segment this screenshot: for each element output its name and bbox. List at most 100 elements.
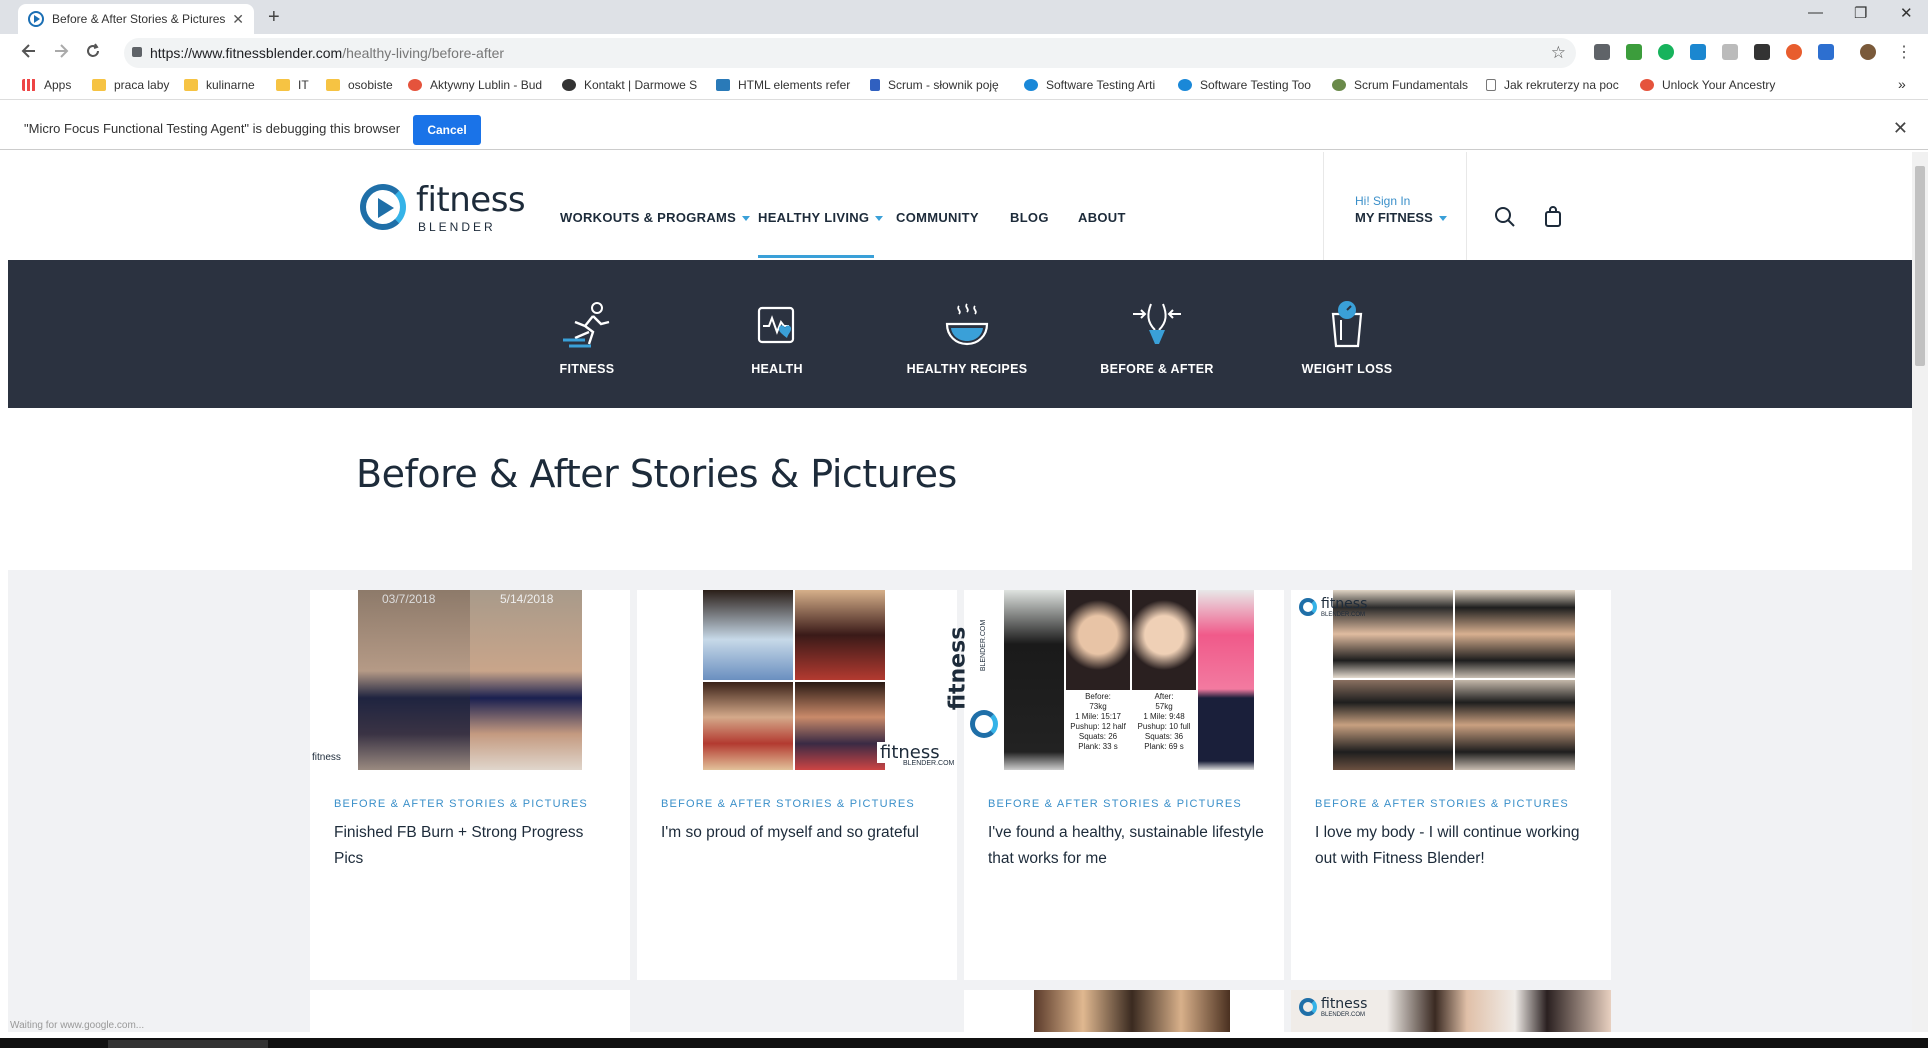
site-header: fitness BLENDER WORKOUTS & PROGRAMS HEAL… (8, 152, 1912, 260)
bookmark-label: IT (298, 78, 309, 92)
window-close-button[interactable]: ✕ (1900, 4, 1913, 22)
story-photo[interactable]: fitness BLENDER.COM (1291, 590, 1611, 770)
bookmarks-overflow-icon[interactable]: » (1898, 76, 1906, 92)
watermark: fitness (1321, 596, 1368, 612)
debugging-message: "Micro Focus Functional Testing Agent" i… (24, 121, 401, 136)
bookmark-label: Software Testing Arti (1046, 78, 1156, 92)
restore-button[interactable]: ❐ (1854, 4, 1867, 22)
page-scrollbar[interactable] (1912, 152, 1928, 1032)
cloud-extension-icon[interactable] (1722, 44, 1738, 60)
search-icon[interactable] (1494, 206, 1516, 228)
subnav-before-after[interactable]: BEFORE & AFTER (1072, 300, 1242, 376)
logo-play-icon (360, 184, 406, 230)
story-title[interactable]: I love my body - I will continue working… (1315, 820, 1591, 872)
reload-icon[interactable] (84, 42, 102, 60)
forward-icon[interactable] (52, 42, 70, 60)
orange-extension-icon[interactable] (1786, 44, 1802, 60)
subnav-health[interactable]: HEALTH (692, 300, 862, 376)
notes-extension-icon[interactable] (1754, 44, 1770, 60)
story-card[interactable]: fitness BLENDER.COM BEFORE & AFTER STORI… (1291, 590, 1611, 980)
photo-date-after: 5/14/2018 (500, 592, 554, 606)
nav-workouts-programs[interactable]: WORKOUTS & PROGRAMS (560, 210, 751, 225)
subnav-weight-loss[interactable]: WEIGHT LOSS (1262, 300, 1432, 376)
side-brand: fitness (945, 626, 971, 711)
bookmark-unlock-ancestry[interactable]: Unlock Your Ancestry (1640, 78, 1778, 92)
story-card[interactable] (964, 990, 1284, 1032)
menu-dots-icon[interactable]: ⋮ (1896, 42, 1912, 62)
nav-about[interactable]: ABOUT (1078, 210, 1126, 225)
story-photo[interactable] (1034, 990, 1230, 1032)
bookmark-jak-rekruterzy[interactable]: Jak rekruterzy na poc (1486, 78, 1624, 92)
after-photo (470, 590, 582, 770)
drive-extension-icon[interactable] (1818, 44, 1834, 60)
story-card[interactable]: 03/7/2018 5/14/2018 fitness BEFORE & AFT… (310, 590, 630, 980)
subnav-healthy-recipes[interactable]: HEALTHY RECIPES (882, 300, 1052, 376)
scrollbar-thumb[interactable] (1915, 166, 1925, 366)
bookmark-aktywny-lublin[interactable]: Aktywny Lublin - Bud (408, 78, 546, 92)
story-title[interactable]: Finished FB Burn + Strong Progress Pics (334, 820, 610, 872)
sign-in-link[interactable]: Hi! Sign In (1355, 194, 1410, 208)
my-fitness-label: MY FITNESS (1355, 210, 1433, 225)
profile-avatar[interactable] (1860, 44, 1876, 60)
story-title[interactable]: I'm so proud of myself and so grateful (661, 820, 937, 846)
nav-community[interactable]: COMMUNITY (896, 210, 979, 225)
bookmark-software-testing-articles[interactable]: Software Testing Arti (1024, 78, 1162, 92)
bookmark-folder-osobiste[interactable]: osobiste (326, 78, 398, 92)
story-card[interactable] (310, 990, 630, 1032)
green-extension-icon[interactable] (1626, 44, 1642, 60)
back-icon[interactable] (20, 42, 38, 60)
story-card[interactable]: fitness BLENDER.COM Before: 73kg 1 Mile:… (945, 590, 1284, 980)
logo-sub: BLENDER (418, 220, 496, 234)
story-category[interactable]: BEFORE & AFTER STORIES & PICTURES (1315, 798, 1569, 810)
taskbar-item[interactable] (108, 1040, 268, 1048)
tab-close-icon[interactable]: ✕ (232, 11, 244, 28)
bookmark-folder-praca-laby[interactable]: praca laby (92, 78, 172, 92)
grammarly-extension-icon[interactable] (1658, 44, 1674, 60)
bookmark-apps[interactable]: Apps (22, 78, 82, 92)
watermark-sub: BLENDER.COM (1321, 612, 1366, 618)
before-photo (358, 590, 470, 770)
story-category[interactable]: BEFORE & AFTER STORIES & PICTURES (661, 798, 915, 810)
bowl-icon (945, 303, 989, 346)
infobar-close-icon[interactable]: ✕ (1893, 118, 1908, 139)
blue-extension-icon[interactable] (1690, 44, 1706, 60)
bookmark-folder-kulinarne[interactable]: kulinarne (184, 78, 264, 92)
photo-quadrant (703, 590, 793, 680)
bookmark-label: Aktywny Lublin - Bud (430, 78, 543, 92)
scale-icon (1331, 301, 1363, 348)
bookmark-folder-it[interactable]: IT (276, 78, 316, 92)
stat-line: Squats: 36 (1144, 732, 1184, 741)
new-tab-button[interactable]: + (268, 6, 280, 29)
story-card[interactable]: fitness BLENDER.COM BEFORE & AFTER STORI… (637, 590, 957, 980)
story-photo[interactable]: fitness BLENDER.COM (637, 590, 957, 770)
bookmark-html-elements[interactable]: HTML elements refer (716, 78, 854, 92)
bookmark-kontakt[interactable]: Kontakt | Darmowe S (562, 78, 700, 92)
address-bar[interactable]: https://www.fitnessblender.com/healthy-l… (124, 38, 1576, 68)
story-photo[interactable]: 03/7/2018 5/14/2018 fitness (310, 590, 630, 770)
lock-icon (132, 47, 142, 57)
story-card[interactable]: fitness BLENDER.COM (1291, 990, 1611, 1032)
bookmark-software-testing-tools[interactable]: Software Testing Too (1178, 78, 1316, 92)
cancel-debugging-button[interactable]: Cancel (413, 115, 481, 145)
shopping-bag-icon[interactable] (1544, 206, 1562, 228)
stat-line: 1 Mile: 15:17 (1075, 712, 1121, 721)
bookmark-scrum-slownik[interactable]: Scrum - słownik poję (870, 78, 1008, 92)
after-face (1132, 590, 1196, 690)
story-category[interactable]: BEFORE & AFTER STORIES & PICTURES (988, 798, 1242, 810)
nav-blog[interactable]: BLOG (1010, 210, 1049, 225)
my-fitness-menu[interactable]: MY FITNESS (1355, 210, 1447, 225)
folder-icon (326, 79, 340, 91)
minimize-button[interactable]: — (1808, 4, 1823, 21)
bookmark-star-icon[interactable]: ☆ (1551, 43, 1566, 63)
bookmark-label: Kontakt | Darmowe S (584, 78, 698, 92)
shield-extension-icon[interactable] (1594, 44, 1610, 60)
stat-line: 73kg (1089, 702, 1107, 711)
story-title[interactable]: I've found a healthy, sustainable lifest… (988, 820, 1264, 872)
subnav-fitness[interactable]: FITNESS (502, 300, 672, 376)
story-photo[interactable]: fitness BLENDER.COM Before: 73kg 1 Mile:… (945, 590, 1284, 770)
bookmark-scrum-fundamentals[interactable]: Scrum Fundamentals (1332, 78, 1470, 92)
stat-line: Squats: 26 (1078, 732, 1118, 741)
story-category[interactable]: BEFORE & AFTER STORIES & PICTURES (334, 798, 588, 810)
nav-healthy-living[interactable]: HEALTHY LIVING (758, 210, 884, 225)
browser-tab[interactable]: Before & After Stories & Pictures ✕ (18, 4, 254, 34)
